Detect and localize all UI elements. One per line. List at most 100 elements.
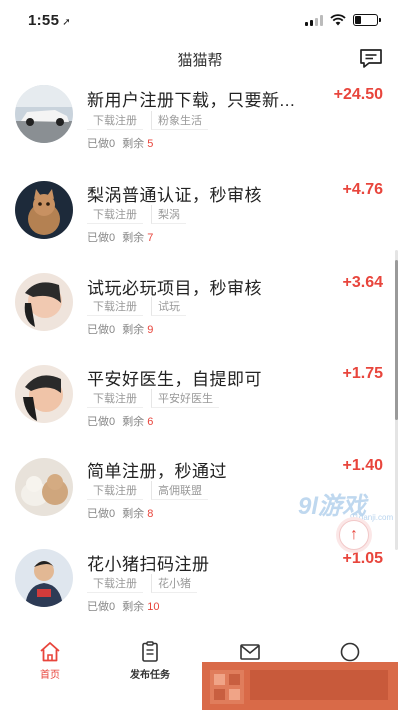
- arrow-up-icon: ↑: [350, 526, 358, 543]
- status-icons: [305, 14, 381, 26]
- task-tags: 下载注册 粉象生活: [87, 111, 208, 130]
- task-type-tag: 下载注册: [87, 574, 143, 593]
- ad-banner-bar: [250, 670, 388, 700]
- car-photo: [15, 85, 73, 143]
- task-counts: 已做0 剩余 5: [87, 135, 153, 151]
- cat-photo: [15, 181, 73, 239]
- done-label: 已做: [87, 232, 109, 244]
- remain-count: 8: [147, 508, 154, 520]
- done-count: 0: [109, 324, 116, 336]
- task-type-tag: 下载注册: [87, 111, 143, 130]
- done-label: 已做: [87, 324, 109, 336]
- done-count: 0: [109, 232, 116, 244]
- task-item[interactable]: 平安好医生，自提即可 +1.75 下载注册 平安好医生 已做0 剩余 6: [0, 357, 400, 449]
- task-app-tag: 花小猪: [151, 574, 197, 593]
- task-avatar: [15, 273, 73, 331]
- task-avatar: [15, 365, 73, 423]
- remain-label: 剩余: [122, 416, 145, 428]
- task-counts: 已做0 剩余 8: [87, 505, 153, 521]
- done-label: 已做: [87, 416, 109, 428]
- remain-label: 剩余: [122, 324, 145, 336]
- message-icon[interactable]: [358, 47, 384, 71]
- cellular-signal-icon: [305, 14, 323, 26]
- task-tags: 下载注册 试玩: [87, 297, 186, 316]
- remain-count: 5: [147, 138, 154, 150]
- task-counts: 已做0 剩余 6: [87, 413, 153, 429]
- task-avatar: [15, 181, 73, 239]
- task-reward: +24.50: [333, 86, 383, 103]
- home-icon: [40, 642, 60, 662]
- tab-home[interactable]: 首页: [10, 640, 90, 681]
- task-counts: 已做0 剩余 10: [87, 598, 160, 614]
- task-title: 平安好医生，自提即可: [87, 370, 262, 389]
- task-app-tag: 高佣联盟: [151, 481, 208, 500]
- tab-publish-task[interactable]: 发布任务: [110, 640, 190, 681]
- task-item[interactable]: 花小猪扫码注册 +1.05 下载注册 花小猪 已做0 剩余 10: [0, 541, 400, 626]
- nav-bar: 猫猫帮: [0, 40, 400, 78]
- done-count: 0: [109, 508, 116, 520]
- scrollbar-thumb[interactable]: [395, 260, 398, 420]
- task-avatar: [15, 458, 73, 516]
- tab-home-label: 首页: [40, 670, 60, 681]
- task-item[interactable]: 新用户注册下载，只要新... +24.50 下载注册 粉象生活 已做0 剩余 5: [0, 78, 400, 170]
- done-label: 已做: [87, 138, 109, 150]
- remain-count: 9: [147, 324, 154, 336]
- task-tags: 下载注册 平安好医生: [87, 389, 219, 408]
- person-photo: [15, 549, 73, 607]
- task-tags: 下载注册 梨涡: [87, 205, 186, 224]
- task-type-tag: 下载注册: [87, 205, 143, 224]
- task-avatar: [15, 85, 73, 143]
- remain-label: 剩余: [122, 138, 145, 150]
- tab-messages[interactable]: [210, 640, 290, 664]
- wifi-icon: [330, 14, 346, 26]
- task-avatar: [15, 549, 73, 607]
- location-arrow-icon: ➚: [62, 16, 71, 28]
- tab-profile[interactable]: [310, 640, 390, 664]
- task-reward: +4.76: [342, 181, 383, 198]
- task-title: 简单注册，秒通过: [87, 462, 227, 481]
- task-tags: 下载注册 高佣联盟: [87, 481, 208, 500]
- task-title: 梨涡普通认证，秒审核: [87, 186, 262, 205]
- person-photo: [15, 365, 73, 423]
- done-count: 0: [109, 416, 116, 428]
- status-bar: 1:55 ➚: [0, 0, 400, 40]
- publish-task-icon: [142, 641, 158, 662]
- task-title: 试玩必玩项目，秒审核: [87, 279, 262, 298]
- status-time-text: 1:55: [28, 11, 60, 29]
- back-to-top-button[interactable]: ↑: [339, 520, 369, 550]
- done-count: 0: [109, 138, 116, 150]
- tab-publish-task-label: 发布任务: [130, 670, 170, 681]
- task-title: 新用户注册下载，只要新...: [87, 91, 296, 110]
- page-title: 猫猫帮: [177, 51, 223, 69]
- task-item[interactable]: 梨涡普通认证，秒审核 +4.76 下载注册 梨涡 已做0 剩余 7: [0, 172, 400, 264]
- task-counts: 已做0 剩余 9: [87, 321, 153, 337]
- task-item[interactable]: 试玩必玩项目，秒审核 +3.64 下载注册 试玩 已做0 剩余 9: [0, 265, 400, 357]
- person-photo: [15, 273, 73, 331]
- task-app-tag: 粉象生活: [151, 111, 208, 130]
- done-label: 已做: [87, 508, 109, 520]
- status-time: 1:55 ➚: [28, 12, 71, 29]
- ad-banner[interactable]: [202, 662, 398, 710]
- remain-label: 剩余: [122, 232, 145, 244]
- chat-icon: [340, 642, 360, 662]
- task-reward: +1.75: [342, 365, 383, 382]
- task-tags: 下载注册 花小猪: [87, 574, 197, 593]
- task-app-tag: 试玩: [151, 297, 186, 316]
- task-counts: 已做0 剩余 7: [87, 229, 153, 245]
- task-type-tag: 下载注册: [87, 389, 143, 408]
- remain-label: 剩余: [122, 508, 145, 520]
- task-app-tag: 梨涡: [151, 205, 186, 224]
- remain-label: 剩余: [122, 601, 145, 613]
- remain-count: 6: [147, 416, 154, 428]
- task-type-tag: 下载注册: [87, 297, 143, 316]
- task-title: 花小猪扫码注册: [87, 555, 210, 574]
- battery-icon: [353, 14, 381, 26]
- task-reward: +1.40: [342, 457, 383, 474]
- puzzle-icon: [210, 670, 244, 704]
- task-reward: +3.64: [342, 274, 383, 291]
- task-type-tag: 下载注册: [87, 481, 143, 500]
- task-app-tag: 平安好医生: [151, 389, 219, 408]
- cats-photo: [15, 458, 73, 516]
- done-count: 0: [109, 601, 116, 613]
- task-reward: +1.05: [342, 550, 383, 567]
